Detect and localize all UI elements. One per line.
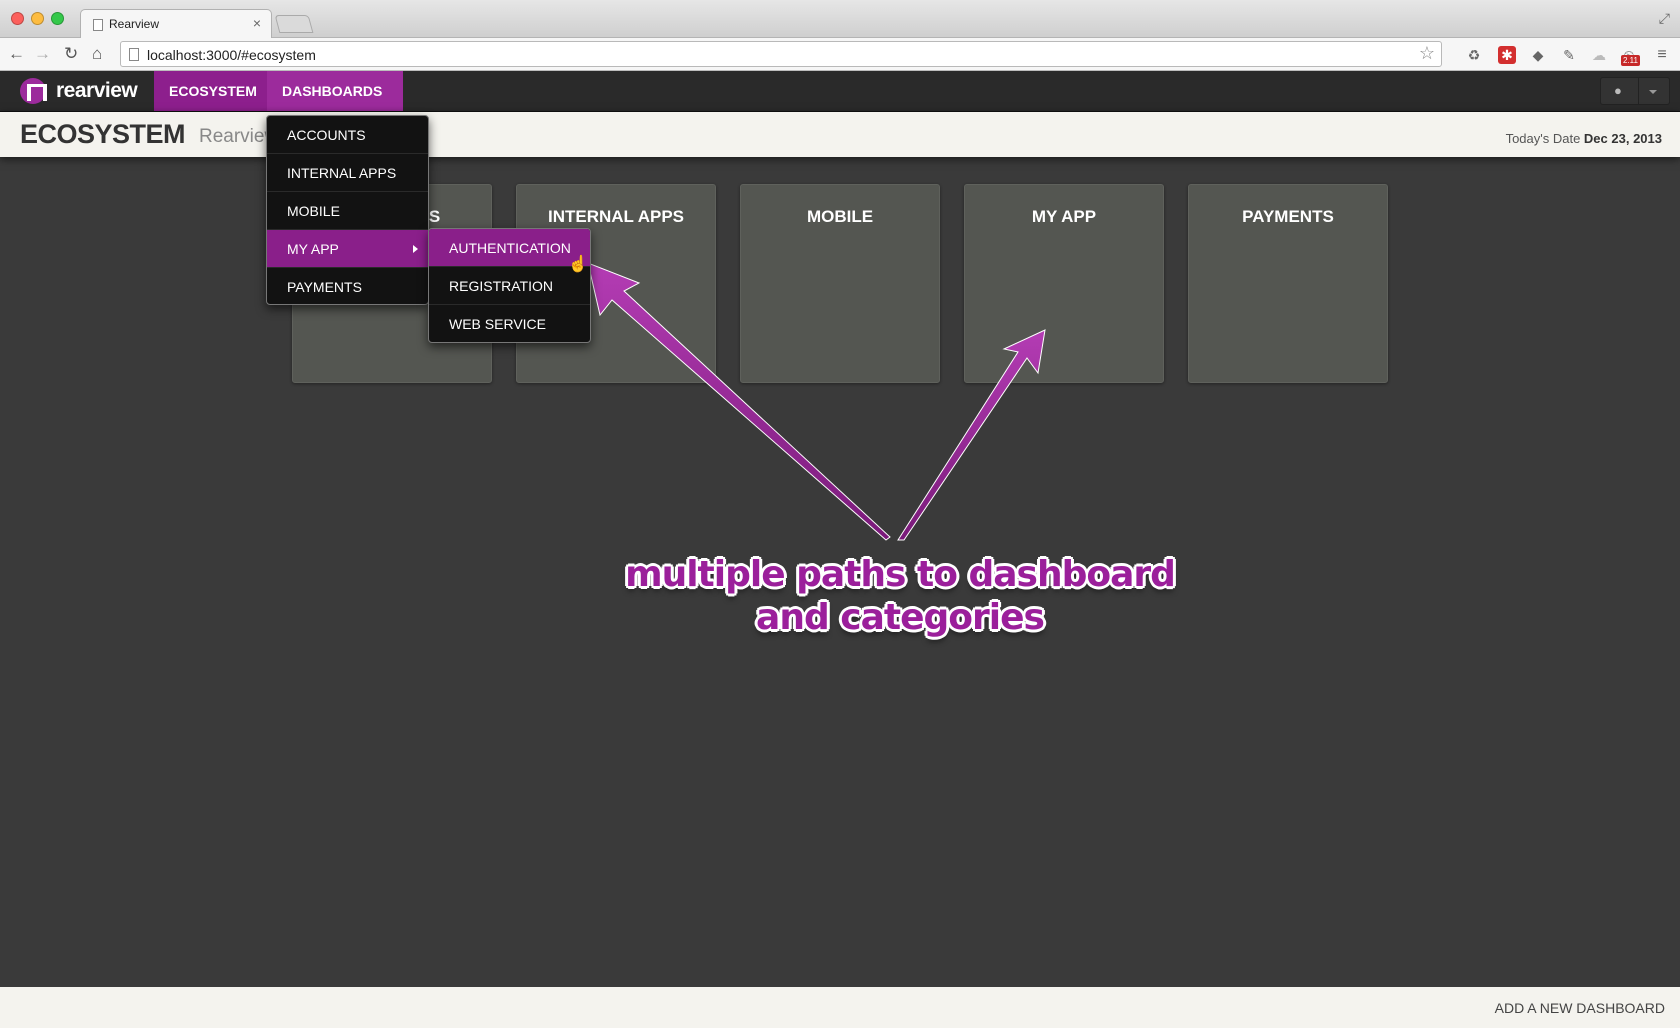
annotation-callout: multiple paths to dashboard and categori… xyxy=(600,553,1200,639)
add-dashboard-link[interactable]: ADD A NEW DASHBOARD xyxy=(1495,1000,1665,1016)
dropdown-item-payments[interactable]: PAYMENTS xyxy=(267,268,428,306)
dropdown-item-label: MY APP xyxy=(287,241,339,257)
submenu-item-web-service[interactable]: WEB SERVICE xyxy=(429,305,590,343)
hand-cursor-icon: ☝ xyxy=(568,256,588,273)
annotation-line-2: and categories xyxy=(756,597,1045,638)
annotation-arrow-right xyxy=(897,329,1046,541)
dropdown-item-mobile[interactable]: MOBILE xyxy=(267,192,428,230)
annotation-line-1: multiple paths to dashboard xyxy=(625,554,1176,595)
footer-bar: ADD A NEW DASHBOARD xyxy=(0,987,1680,1028)
submenu-item-registration[interactable]: REGISTRATION xyxy=(429,267,590,305)
my-app-submenu: AUTHENTICATION REGISTRATION WEB SERVICE xyxy=(428,228,591,343)
dropdown-item-my-app[interactable]: MY APP xyxy=(267,230,428,268)
dropdown-item-accounts[interactable]: ACCOUNTS xyxy=(267,116,428,154)
annotation-arrow-left xyxy=(587,262,891,541)
submenu-item-authentication[interactable]: AUTHENTICATION xyxy=(429,229,590,267)
dropdown-item-internal-apps[interactable]: INTERNAL APPS xyxy=(267,154,428,192)
caret-right-icon xyxy=(413,245,418,253)
annotation-arrows xyxy=(587,262,1046,541)
dashboards-dropdown-menu: ACCOUNTS INTERNAL APPS MOBILE MY APP PAY… xyxy=(266,115,429,305)
